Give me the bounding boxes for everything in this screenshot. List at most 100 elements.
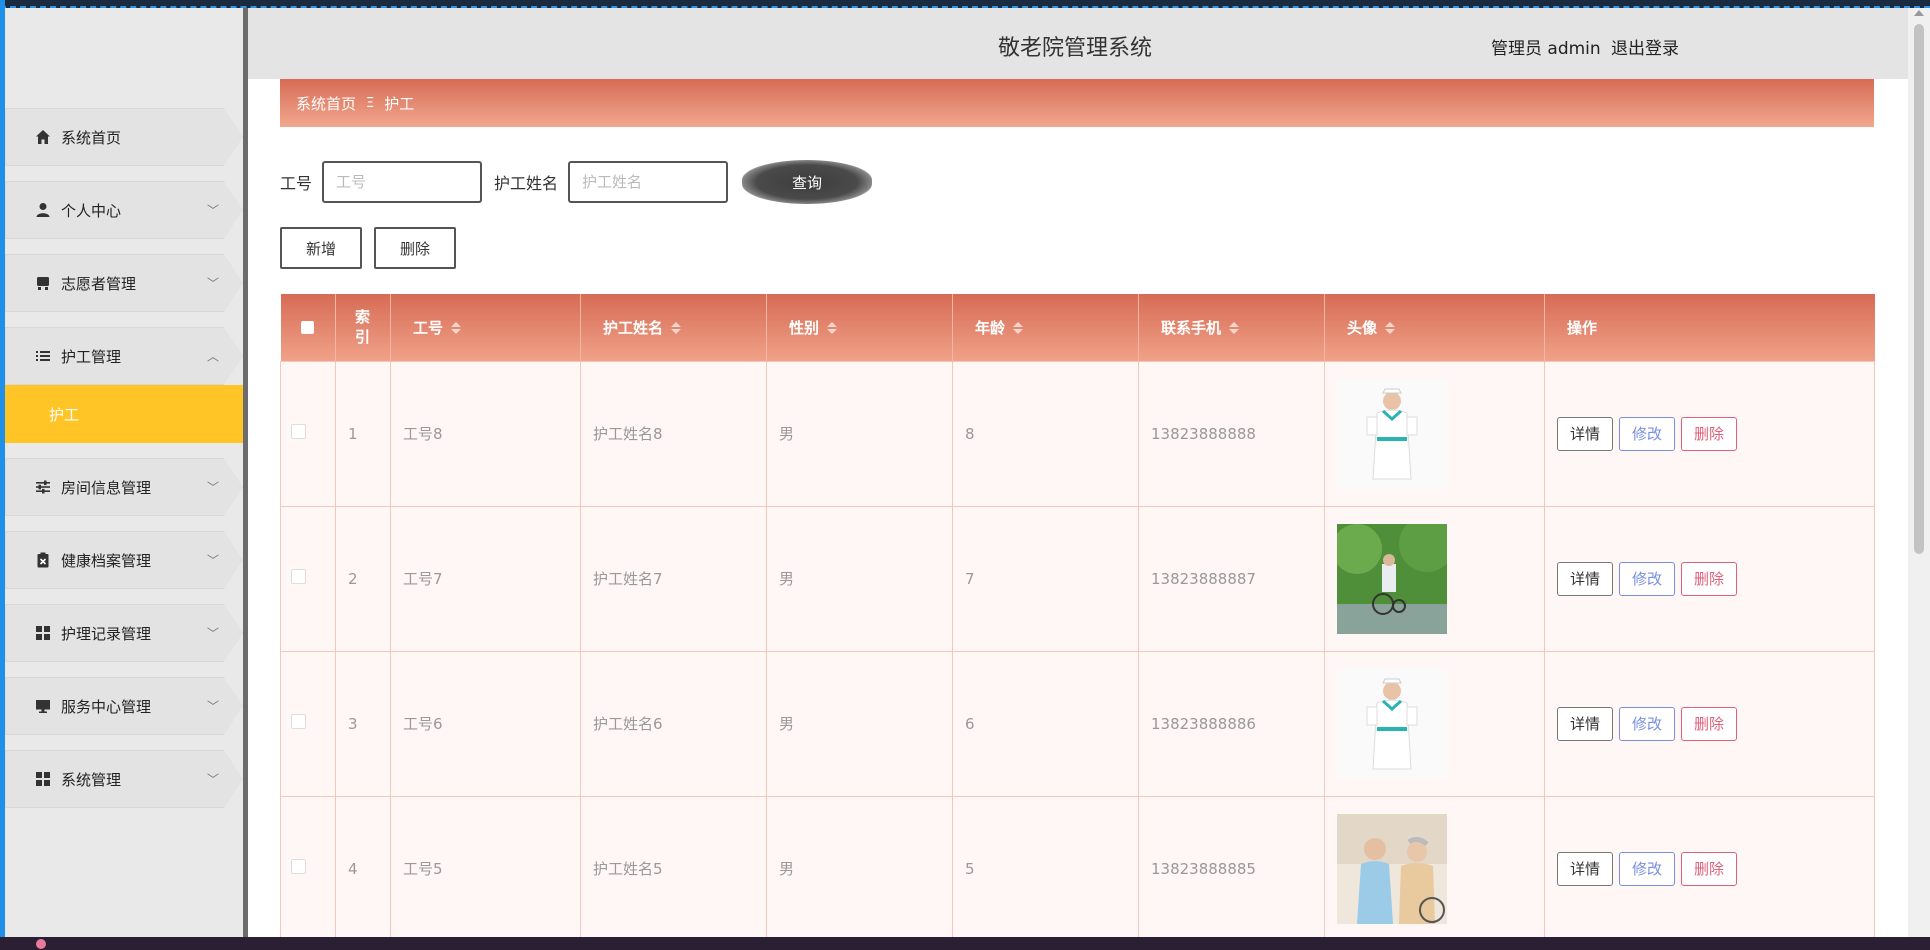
sidebar-item-label: 护工管理 (61, 347, 122, 366)
logout-link[interactable]: 退出登录 (1611, 34, 1679, 59)
add-button[interactable]: 新增 (280, 227, 362, 269)
scroll-up-arrow[interactable] (1914, 10, 1924, 16)
sidebar-subitem-nurse[interactable]: 护工 (5, 385, 243, 443)
ops-cell: 详情 修改 删除 (1544, 650, 1875, 797)
phone-header[interactable]: 联系手机 (1138, 294, 1325, 361)
chevron-down-icon: ﹀ (206, 203, 219, 218)
id-header-label: 工号 (413, 318, 444, 337)
edit-button[interactable]: 修改 (1619, 706, 1676, 741)
edit-button[interactable]: 修改 (1619, 416, 1676, 451)
sidebar-item-8[interactable]: 系统管理 ﹀ (5, 750, 243, 808)
index-cell: 4 (335, 795, 391, 938)
breadcrumb: 系统首页 Ξ 护工 (280, 79, 1874, 127)
row-delete-button[interactable]: 删除 (1681, 706, 1738, 741)
avatar-header[interactable]: 头像 (1324, 294, 1545, 361)
scroll-thumb[interactable] (1914, 24, 1924, 554)
phone-cell: 13823888885 (1138, 795, 1325, 938)
user-icon (35, 202, 51, 218)
id-search-input[interactable] (322, 161, 483, 203)
list-icon (35, 348, 51, 364)
edit-button[interactable]: 修改 (1619, 851, 1676, 886)
id-cell: 工号7 (390, 505, 581, 652)
index-header: 索 引 (335, 294, 391, 361)
row-select-cell (280, 360, 336, 507)
bulk-delete-button[interactable]: 删除 (374, 227, 456, 269)
sort-icon[interactable] (1385, 322, 1396, 335)
avatar-cell (1324, 360, 1545, 507)
row-checkbox[interactable] (291, 859, 306, 874)
row-delete-button[interactable]: 删除 (1681, 416, 1738, 451)
sidebar-item-label: 护理记录管理 (61, 624, 152, 643)
sidebar-item-label: 系统管理 (61, 770, 122, 789)
name-cell: 护工姓名6 (580, 650, 767, 797)
age-cell: 5 (952, 795, 1139, 938)
sidebar-item-4[interactable]: 房间信息管理 ﹀ (5, 458, 243, 516)
window-top-border (0, 0, 1930, 8)
breadcrumb-current: 护工 (384, 94, 415, 113)
query-button[interactable]: 查询 (742, 160, 873, 204)
row-checkbox[interactable] (291, 714, 306, 729)
sort-icon[interactable] (1229, 322, 1240, 335)
operation-header-label: 操作 (1567, 318, 1598, 337)
name-header[interactable]: 护工姓名 (580, 294, 767, 361)
breadcrumb-home[interactable]: 系统首页 (296, 93, 356, 114)
select-all-checkbox[interactable] (300, 321, 314, 335)
row-delete-button[interactable]: 删除 (1681, 851, 1738, 886)
row-select-cell (280, 505, 336, 652)
nurse-table: 索 引 工号 护工姓名 性别 年龄 联系手机 头像 操作 1 工号8 护工姓名8 男 8… (280, 294, 1875, 938)
gender-cell: 男 (766, 795, 953, 938)
sidebar-item-6[interactable]: 护理记录管理 ﹀ (5, 604, 243, 662)
avatar-image (1337, 813, 1543, 924)
table-row: 2 工号7 护工姓名7 男 7 13823888887 详情 修改 删除 (280, 505, 1875, 652)
app-title: 敬老院管理系统 (998, 36, 1153, 61)
main-content: 系统首页 Ξ 护工 工号 护工姓名 查询 新增 删除 索 引 (248, 79, 1908, 938)
sidebar-item-0[interactable]: 系统首页 (5, 108, 243, 166)
chevron-down-icon: ﹀ (206, 553, 219, 568)
taskbar (0, 937, 1930, 950)
detail-button[interactable]: 详情 (1557, 561, 1614, 596)
operation-header: 操作 (1545, 294, 1875, 361)
index-cell: 1 (335, 360, 391, 507)
sort-icon[interactable] (451, 322, 462, 335)
sidebar-item-label: 健康档案管理 (61, 551, 152, 570)
gender-header[interactable]: 性别 (766, 294, 953, 361)
sidebar-item-2[interactable]: 志愿者管理 ﹀ (5, 254, 243, 312)
phone-header-label: 联系手机 (1161, 318, 1222, 337)
top-header: 敬老院管理系统 管理员 admin 退出登录 (248, 8, 1908, 79)
age-header[interactable]: 年龄 (952, 294, 1139, 361)
select-all-header[interactable] (280, 294, 336, 361)
sort-icon[interactable] (827, 322, 838, 335)
monitor-icon (35, 698, 51, 714)
sort-icon[interactable] (671, 322, 682, 335)
name-search-input[interactable] (568, 161, 729, 203)
sidebar-item-1[interactable]: 个人中心 ﹀ (5, 181, 243, 239)
id-header[interactable]: 工号 (390, 294, 581, 361)
logo-area (5, 8, 243, 92)
detail-button[interactable]: 详情 (1557, 851, 1614, 886)
index-cell: 2 (335, 505, 391, 652)
sidebar-item-7[interactable]: 服务中心管理 ﹀ (5, 677, 243, 735)
row-select-cell (280, 795, 336, 938)
detail-button[interactable]: 详情 (1557, 706, 1614, 741)
sidebar-item-5[interactable]: 健康档案管理 ﹀ (5, 531, 243, 589)
table-row: 4 工号5 护工姓名5 男 5 13823888885 详情 修改 删除 (280, 795, 1875, 938)
phone-cell: 13823888887 (1138, 505, 1325, 652)
edit-button[interactable]: 修改 (1619, 561, 1676, 596)
avatar-cell (1324, 795, 1545, 938)
row-checkbox[interactable] (291, 569, 306, 584)
sort-icon[interactable] (1013, 322, 1024, 335)
ops-cell: 详情 修改 删除 (1544, 795, 1875, 938)
home-icon (35, 129, 51, 145)
row-delete-button[interactable]: 删除 (1681, 561, 1738, 596)
sidebar-item-3[interactable]: 护工管理 ︿ (5, 327, 243, 385)
taskbar-app-icon[interactable] (36, 939, 46, 949)
gender-cell: 男 (766, 650, 953, 797)
id-label: 工号 (280, 174, 313, 193)
index-header-line1: 索 (354, 308, 370, 327)
row-checkbox[interactable] (291, 424, 306, 439)
index-header-line2: 引 (354, 328, 370, 347)
sidebar-item-label: 系统首页 (61, 128, 122, 147)
detail-button[interactable]: 详情 (1557, 416, 1614, 451)
page-scrollbar[interactable] (1908, 8, 1930, 938)
chevron-up-icon: ︿ (206, 349, 219, 364)
